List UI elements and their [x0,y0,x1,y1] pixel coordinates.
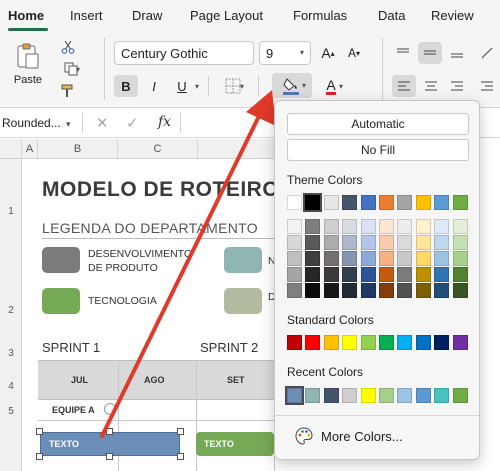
standard-color-swatch[interactable] [342,335,358,350]
theme-shade-swatch[interactable] [397,267,413,282]
recent-color-swatch[interactable] [452,388,468,403]
standard-color-swatch[interactable] [434,335,450,350]
theme-color-swatch[interactable] [452,195,468,210]
theme-shade-swatch[interactable] [360,267,376,282]
theme-shade-swatch[interactable] [287,235,302,250]
theme-shade-swatch[interactable] [305,267,321,282]
theme-shade-swatch[interactable] [305,219,321,234]
palette-icon [295,427,313,445]
theme-shade-swatch[interactable] [360,283,376,298]
theme-color-swatch[interactable] [342,195,358,210]
theme-shade-swatch[interactable] [434,235,450,250]
theme-shade-swatch[interactable] [305,235,321,250]
theme-shade-swatch[interactable] [323,267,339,282]
theme-shade-swatch[interactable] [452,219,468,234]
standard-color-swatch[interactable] [323,335,339,350]
theme-color-swatch[interactable] [434,195,450,210]
theme-shade-swatch[interactable] [342,219,358,234]
no-fill-button[interactable]: No Fill [287,139,469,161]
fill-color-popup: Automatic No Fill Theme Colors Standard … [274,100,480,460]
recent-color-swatch[interactable] [285,386,304,405]
theme-color-swatch[interactable] [397,195,413,210]
theme-shade-swatch[interactable] [397,235,413,250]
theme-shade-swatch[interactable] [342,235,358,250]
theme-shade-swatch[interactable] [379,235,394,250]
theme-shade-swatch[interactable] [434,267,450,282]
theme-shade-swatch[interactable] [434,219,450,234]
theme-shade-swatch[interactable] [379,251,394,266]
standard-color-swatch[interactable] [415,335,431,350]
theme-shade-swatch[interactable] [452,235,468,250]
theme-shade-swatch[interactable] [287,219,302,234]
theme-shade-swatch[interactable] [323,235,339,250]
recent-color-swatch[interactable] [415,388,431,403]
recent-color-swatch[interactable] [323,388,339,403]
theme-shade-swatch[interactable] [287,251,302,266]
theme-shade-swatch[interactable] [305,251,321,266]
theme-shade-swatch[interactable] [323,251,339,266]
recent-color-swatch[interactable] [305,388,321,403]
theme-shade-swatch[interactable] [379,219,394,234]
theme-shade-swatch[interactable] [415,235,431,250]
theme-shade-swatch[interactable] [397,251,413,266]
theme-color-swatch[interactable] [415,195,431,210]
recent-colors-heading: Recent Colors [287,365,364,379]
theme-shade-swatch[interactable] [287,267,302,282]
theme-shade-swatch[interactable] [434,283,450,298]
theme-shade-swatch[interactable] [415,251,431,266]
recent-color-swatch[interactable] [434,388,450,403]
standard-color-swatch[interactable] [452,335,468,350]
standard-color-swatch[interactable] [287,335,302,350]
theme-shade-swatch[interactable] [397,219,413,234]
theme-shade-swatch[interactable] [360,251,376,266]
theme-shade-swatch[interactable] [415,219,431,234]
theme-shade-swatch[interactable] [360,235,376,250]
theme-shade-swatch[interactable] [415,283,431,298]
theme-shade-swatch[interactable] [452,251,468,266]
standard-color-swatch[interactable] [305,335,321,350]
recent-color-swatch[interactable] [342,388,358,403]
theme-color-swatch[interactable] [303,193,323,212]
theme-shade-swatch[interactable] [287,283,302,298]
theme-shade-swatch[interactable] [360,219,376,234]
theme-shade-swatch[interactable] [305,283,321,298]
theme-shade-swatch[interactable] [342,283,358,298]
theme-shade-swatch[interactable] [342,251,358,266]
theme-shade-swatch[interactable] [415,267,431,282]
more-colors-label: More Colors... [321,428,403,444]
theme-color-swatch[interactable] [360,195,376,210]
divider [275,415,479,416]
standard-color-swatch[interactable] [397,335,413,350]
theme-color-swatch[interactable] [287,195,302,210]
theme-shade-swatch[interactable] [452,283,468,298]
standard-colors-heading: Standard Colors [287,313,374,327]
theme-shade-swatch[interactable] [379,283,394,298]
theme-colors-heading: Theme Colors [287,173,363,187]
standard-color-swatch[interactable] [379,335,394,350]
standard-color-swatch[interactable] [360,335,376,350]
theme-color-swatch[interactable] [379,195,394,210]
theme-shade-swatch[interactable] [323,219,339,234]
theme-color-swatch[interactable] [323,195,339,210]
theme-shade-swatch[interactable] [452,267,468,282]
more-colors-button[interactable]: More Colors... [295,427,403,445]
recent-color-swatch[interactable] [397,388,413,403]
automatic-button[interactable]: Automatic [287,113,469,135]
theme-shade-swatch[interactable] [323,283,339,298]
recent-color-swatch[interactable] [379,388,394,403]
theme-shade-swatch[interactable] [397,283,413,298]
theme-shade-swatch[interactable] [379,267,394,282]
theme-shade-swatch[interactable] [342,267,358,282]
recent-color-swatch[interactable] [360,388,376,403]
theme-shade-swatch[interactable] [434,251,450,266]
